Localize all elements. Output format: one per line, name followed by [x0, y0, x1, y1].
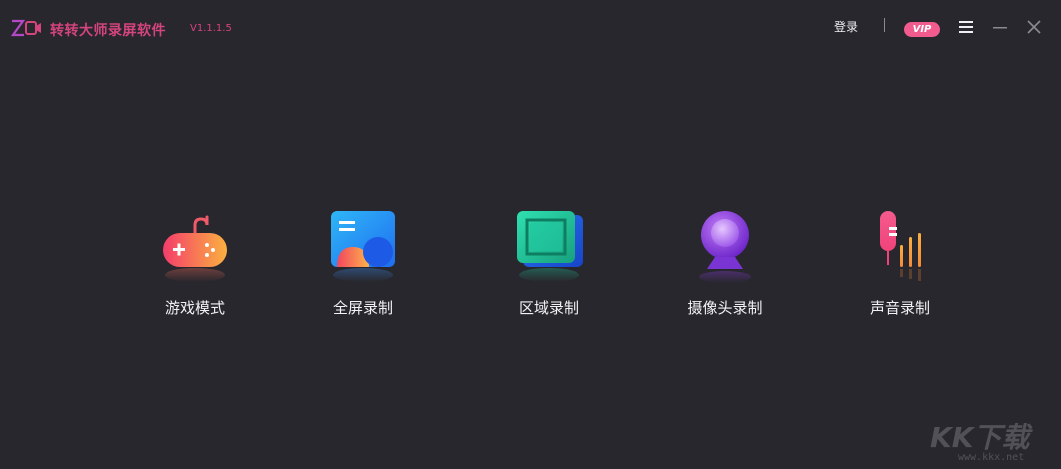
title-bar[interactable]: 转转大师录屏软件 V1.1.1.5 登录 VIP: [0, 0, 1061, 56]
game-mode-button[interactable]: 游戏模式: [125, 205, 265, 325]
divider: [884, 18, 885, 32]
watermark-url: www.kkx.net: [958, 452, 1025, 463]
area-record-button[interactable]: 区域录制: [479, 205, 619, 325]
app-version: V1.1.1.5: [190, 23, 232, 34]
fullscreen-icon: [331, 211, 395, 282]
watermark-text: KK下载: [930, 421, 1030, 454]
watermark: KK下载 www.kkx.net: [918, 414, 1058, 468]
app-title: 转转大师录屏软件: [50, 23, 166, 39]
feature-label: 声音录制: [869, 299, 930, 317]
menu-icon[interactable]: [958, 19, 974, 35]
webcam-icon: [699, 211, 751, 283]
login-button[interactable]: 登录: [834, 18, 858, 35]
close-icon[interactable]: [1026, 19, 1042, 35]
fullscreen-record-button[interactable]: 全屏录制: [293, 205, 433, 325]
area-icon: [517, 211, 583, 282]
audio-record-button[interactable]: 声音录制: [830, 205, 970, 325]
app-window: 转转大师录屏软件 V1.1.1.5 登录 VIP 游戏模式 全屏录制 区域录制 …: [0, 0, 1061, 469]
gamepad-icon: [163, 215, 227, 282]
feature-label: 摄像头录制: [687, 299, 763, 317]
microphone-icon: [880, 211, 921, 281]
feature-label: 区域录制: [518, 299, 579, 317]
minimize-icon[interactable]: [992, 19, 1008, 35]
camera-record-button[interactable]: 摄像头录制: [655, 205, 795, 325]
feature-label: 游戏模式: [164, 299, 225, 317]
feature-label: 全屏录制: [332, 299, 393, 317]
vip-button[interactable]: VIP: [904, 22, 940, 37]
logo-icon: [10, 19, 41, 37]
